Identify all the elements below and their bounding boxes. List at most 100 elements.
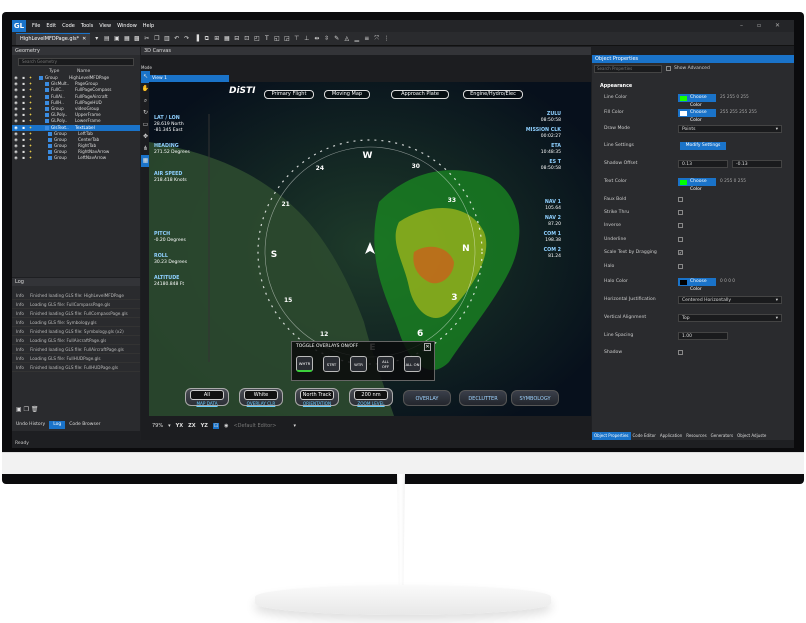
choose-color-button[interactable]: Choose Color <box>678 178 716 192</box>
menu-tools[interactable]: Tools <box>81 23 93 29</box>
minimize-icon[interactable]: – <box>740 22 743 29</box>
tab-resources[interactable]: Resources <box>684 432 708 440</box>
overlay-key-button[interactable]: DECLUTTER <box>459 390 507 406</box>
eye-icon[interactable]: ◉ <box>12 155 20 161</box>
tab-object-adjuster[interactable]: Object Adjuste <box>735 432 768 440</box>
grid-icon[interactable]: ▦ <box>223 35 230 42</box>
layout-icon[interactable]: ⊟ <box>233 35 240 42</box>
approach-plate-button[interactable]: Approach Plate <box>391 90 449 99</box>
property-checkbox[interactable] <box>678 210 683 215</box>
more-icon[interactable]: ⋮ <box>383 35 390 42</box>
view-yz-button[interactable]: YZ <box>201 423 208 429</box>
properties-search-input[interactable]: Search Properties <box>594 65 662 73</box>
redo-icon[interactable]: ↷ <box>183 35 190 42</box>
visibility-icon[interactable]: ◉ <box>224 423 228 429</box>
show-advanced-checkbox[interactable] <box>666 66 671 71</box>
menu-edit[interactable]: Edit <box>46 23 56 29</box>
tab-log[interactable]: Log <box>49 421 66 429</box>
tab-undo-history[interactable]: Undo History <box>12 421 49 429</box>
softkey[interactable]: All MAP DATA <box>185 388 229 406</box>
property-checkbox[interactable] <box>678 197 683 202</box>
layer-up-icon[interactable]: ◱ <box>273 35 280 42</box>
toggle-close-icon[interactable]: ✕ <box>424 343 431 351</box>
property-dropdown[interactable]: Top ▾ <box>678 314 782 322</box>
softkey[interactable]: 200 nm ZOOM LEVEL <box>349 388 393 406</box>
property-checkbox[interactable] <box>678 223 683 228</box>
tab-code-browser[interactable]: Code Browser <box>65 421 104 429</box>
distribute-h-icon[interactable]: ⇹ <box>313 35 320 42</box>
choose-color-button[interactable]: Choose Color <box>678 109 716 123</box>
toggle-button[interactable]: STRT <box>323 356 340 372</box>
ungroup-icon[interactable]: ⊞ <box>213 35 220 42</box>
geometry-search-input[interactable]: Search Geometry <box>18 58 134 66</box>
appearance-section-title[interactable]: Appearance <box>600 84 632 89</box>
lock-icon[interactable]: ▪ <box>20 155 27 161</box>
moving-map-button[interactable]: Moving Map <box>324 90 370 99</box>
frame-icon[interactable]: ◰ <box>253 35 260 42</box>
align-bottom-icon[interactable]: ⊥ <box>303 35 310 42</box>
line-width-icon[interactable]: ≡ <box>363 35 370 42</box>
softkey[interactable]: North Track ORIENTATION <box>295 388 339 406</box>
menu-view[interactable]: View <box>99 23 111 29</box>
cut-icon[interactable]: ✂ <box>143 35 150 42</box>
line-color-icon[interactable]: ▁ <box>353 35 360 42</box>
dropdown-icon[interactable]: ▾ <box>93 35 100 42</box>
zoom-dropdown-icon[interactable]: ▾ <box>168 423 171 429</box>
property-dropdown[interactable]: Points ▾ <box>678 125 782 133</box>
align-icon[interactable]: ▐ <box>193 35 200 42</box>
clear-log-icon[interactable]: 🗑 <box>31 406 39 413</box>
save-all-icon[interactable]: ▩ <box>133 35 140 42</box>
property-dropdown[interactable]: Centered Horizontally ▾ <box>678 296 782 304</box>
fill-icon[interactable]: ◬ <box>343 35 350 42</box>
tree-row[interactable]: ◉ ▪ ✦ Group LeftNavArrow <box>12 155 140 161</box>
property-checkbox[interactable]: ✓ <box>678 250 683 255</box>
overlay-key-button[interactable]: OVERLAY <box>403 390 451 406</box>
view-yx-button[interactable]: YX <box>176 423 183 429</box>
tab-object-properties[interactable]: Object Properties <box>592 432 631 440</box>
tab-code-editor[interactable]: Code Editor <box>631 432 658 440</box>
choose-color-button[interactable]: Choose Color <box>678 94 716 108</box>
layer-down-icon[interactable]: ◲ <box>283 35 290 42</box>
new-file-icon[interactable]: ▤ <box>103 35 110 42</box>
tab-close-icon[interactable]: ✕ <box>82 36 86 42</box>
close-icon[interactable]: ✕ <box>775 22 780 29</box>
property-checkbox[interactable] <box>678 350 683 355</box>
fit-view-icon[interactable]: ⊡ <box>212 423 220 429</box>
property-checkbox[interactable] <box>678 237 683 242</box>
modify-settings-button[interactable]: Modify Settings <box>680 142 726 150</box>
tab-application[interactable]: Application <box>658 432 684 440</box>
property-checkbox[interactable] <box>678 264 683 269</box>
copy-icon[interactable]: ❐ <box>153 35 160 42</box>
open-folder-icon[interactable]: ▣ <box>113 35 120 42</box>
editor-dropdown-icon[interactable]: ▾ <box>293 423 296 429</box>
save-icon[interactable]: ▦ <box>123 35 130 42</box>
document-tab[interactable]: HighLevelMFDPage.gls* ✕ <box>16 32 91 45</box>
spin-input[interactable]: -0.13 <box>732 160 782 168</box>
mfd-view[interactable]: N36E1215S2124W3033 DiSTI Primary Flight … <box>149 82 591 416</box>
overlay-key-button[interactable]: SYMBOLOGY <box>511 390 559 406</box>
tab-generators[interactable]: Generators <box>709 432 735 440</box>
toggle-button[interactable]: ALL ON <box>404 356 421 372</box>
menu-code[interactable]: Code <box>62 23 75 29</box>
save-log-icon[interactable]: ▣ <box>16 406 22 413</box>
align-top-icon[interactable]: ⊤ <box>293 35 300 42</box>
copy-log-icon[interactable]: ❐ <box>24 406 29 413</box>
view-tab[interactable]: View 1 <box>149 75 229 82</box>
menu-window[interactable]: Window <box>117 23 137 29</box>
menu-file[interactable]: File <box>32 23 40 29</box>
menu-help[interactable]: Help <box>143 23 154 29</box>
text-icon[interactable]: T <box>263 35 270 42</box>
softkey[interactable]: White OVERLAY CLR <box>239 388 283 406</box>
pencil-icon[interactable]: ✎ <box>333 35 340 42</box>
engine-hydro-elec-button[interactable]: Engine/Hydro/Elec <box>463 90 523 99</box>
zoom-level[interactable]: 79% <box>152 423 163 429</box>
distribute-v-icon[interactable]: ⇳ <box>323 35 330 42</box>
undo-icon[interactable]: ↶ <box>173 35 180 42</box>
group-icon[interactable]: ⧉ <box>203 35 210 42</box>
resize-icon[interactable]: ⤧ <box>373 35 380 42</box>
restore-icon[interactable]: ▫ <box>757 22 761 29</box>
spin-input[interactable]: 0.13 <box>678 160 728 168</box>
paste-icon[interactable]: ▥ <box>163 35 170 42</box>
toggle-button[interactable]: ALL OFF <box>377 356 394 372</box>
choose-color-button[interactable]: Choose Color <box>678 278 716 292</box>
